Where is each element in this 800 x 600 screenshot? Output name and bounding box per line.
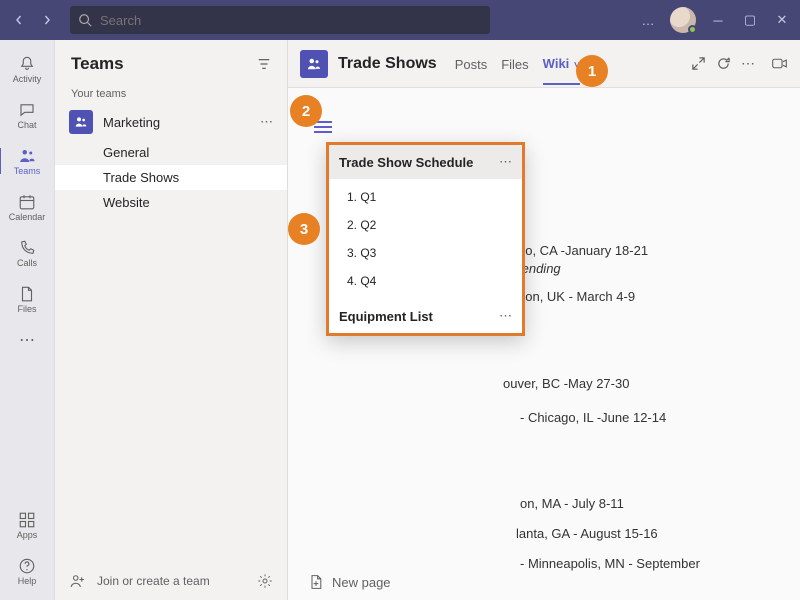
team-name: Marketing xyxy=(103,115,250,130)
title-bar: … ─ ▢ ✕ xyxy=(0,0,800,40)
rail-label: Chat xyxy=(17,120,36,130)
rail-apps[interactable]: Apps xyxy=(4,504,50,546)
page-text: - Minneapolis, MN - September xyxy=(520,556,700,571)
teams-icon xyxy=(18,147,36,165)
rail-label: Files xyxy=(17,304,36,314)
channel-badge-icon xyxy=(300,50,328,78)
page-text: don, UK - March 4-9 xyxy=(518,289,635,304)
rail-calls[interactable]: Calls xyxy=(4,232,50,274)
meet-icon[interactable] xyxy=(771,55,788,72)
expand-icon[interactable] xyxy=(691,56,706,71)
teams-title: Teams xyxy=(71,54,124,74)
rail-calendar[interactable]: Calendar xyxy=(4,186,50,228)
settings-gear-icon[interactable] xyxy=(257,573,273,589)
phone-icon xyxy=(18,239,36,257)
team-marketing[interactable]: Marketing ⋯ xyxy=(55,104,287,140)
rail-help[interactable]: Help xyxy=(4,550,50,592)
join-create-team[interactable]: Join or create a team xyxy=(55,562,287,600)
apps-icon xyxy=(18,511,36,529)
window-close-button[interactable]: ✕ xyxy=(772,12,792,28)
calendar-icon xyxy=(18,193,36,211)
channel-website[interactable]: Website xyxy=(55,190,287,215)
avatar[interactable] xyxy=(670,7,696,33)
new-page-icon xyxy=(308,574,324,590)
popup-page-trade-show-schedule[interactable]: Trade Show Schedule ⋯ xyxy=(329,145,522,179)
popup-page-title: Equipment List xyxy=(339,309,433,324)
rail-label: Calls xyxy=(17,258,37,268)
channel-title: Trade Shows xyxy=(338,55,437,73)
search-box[interactable] xyxy=(70,6,490,34)
join-label: Join or create a team xyxy=(97,574,210,588)
refresh-icon[interactable] xyxy=(716,56,731,71)
new-page-label: New page xyxy=(332,575,391,590)
window-maximize-button[interactable]: ▢ xyxy=(740,12,760,28)
people-add-icon xyxy=(69,572,87,590)
callout-3: 3 xyxy=(288,213,320,245)
popup-item-q2[interactable]: 2. Q2 xyxy=(329,211,522,239)
search-icon xyxy=(78,13,92,27)
wiki-content: go, CA -January 18-21 tending don, UK - … xyxy=(288,88,800,600)
channel-trade-shows[interactable]: Trade Shows xyxy=(55,165,287,190)
channel-general[interactable]: General xyxy=(55,140,287,165)
popup-page-title: Trade Show Schedule xyxy=(339,155,473,170)
rail-activity[interactable]: Activity xyxy=(4,48,50,90)
rail-label: Activity xyxy=(13,74,42,84)
teams-pane: Teams Your teams Marketing ⋯ General Tra… xyxy=(55,40,288,600)
bell-icon xyxy=(18,55,36,73)
nav-back-icon[interactable] xyxy=(8,9,30,31)
team-more-icon[interactable]: ⋯ xyxy=(260,114,273,130)
rail-label: Help xyxy=(18,576,37,586)
callout-1: 1 xyxy=(576,55,608,87)
page-text: lanta, GA - August 15-16 xyxy=(516,526,658,541)
rail-teams[interactable]: Teams xyxy=(4,140,50,182)
tab-posts[interactable]: Posts xyxy=(455,43,488,84)
rail-label: Calendar xyxy=(9,212,46,222)
page-text: on, MA - July 8-11 xyxy=(520,496,624,511)
filter-icon[interactable] xyxy=(257,57,271,71)
page-text: ouver, BC -May 27-30 xyxy=(503,376,629,391)
presence-indicator xyxy=(688,25,697,34)
callout-2: 2 xyxy=(290,95,322,127)
app-rail: Activity Chat Teams Calendar Calls Files… xyxy=(0,40,55,600)
nav-forward-icon[interactable] xyxy=(36,9,58,31)
your-teams-label: Your teams xyxy=(55,84,287,104)
popup-page-more-icon[interactable]: ⋯ xyxy=(499,308,512,324)
header-more-icon[interactable]: ⋯ xyxy=(741,55,755,72)
popup-item-q4[interactable]: 4. Q4 xyxy=(329,267,522,295)
rail-label: Apps xyxy=(17,530,38,540)
search-input[interactable] xyxy=(100,13,482,28)
chat-icon xyxy=(18,101,36,119)
popup-page-equipment-list[interactable]: Equipment List ⋯ xyxy=(329,299,522,333)
team-badge-icon xyxy=(69,110,93,134)
help-icon xyxy=(18,557,36,575)
rail-chat[interactable]: Chat xyxy=(4,94,50,136)
wiki-nav-popup: Trade Show Schedule ⋯ 1. Q1 2. Q2 3. Q3 … xyxy=(326,142,525,336)
page-text: go, CA -January 18-21 xyxy=(518,243,648,258)
window-minimize-button[interactable]: ─ xyxy=(708,13,728,28)
new-page-button[interactable]: New page xyxy=(308,574,391,590)
tab-wiki[interactable]: Wiki ˅ xyxy=(543,42,580,85)
more-icon[interactable]: … xyxy=(638,13,658,28)
rail-label: Teams xyxy=(14,166,41,176)
popup-item-q1[interactable]: 1. Q1 xyxy=(329,183,522,211)
popup-item-q3[interactable]: 3. Q3 xyxy=(329,239,522,267)
channel-header: Trade Shows Posts Files Wiki ˅ ⋯ xyxy=(288,40,800,88)
rail-files[interactable]: Files xyxy=(4,278,50,320)
rail-more-icon[interactable]: ⋯ xyxy=(19,330,35,350)
page-text: - Chicago, IL -June 12-14 xyxy=(520,410,666,425)
file-icon xyxy=(18,285,36,303)
popup-page-more-icon[interactable]: ⋯ xyxy=(499,154,512,170)
tab-files[interactable]: Files xyxy=(501,43,528,84)
